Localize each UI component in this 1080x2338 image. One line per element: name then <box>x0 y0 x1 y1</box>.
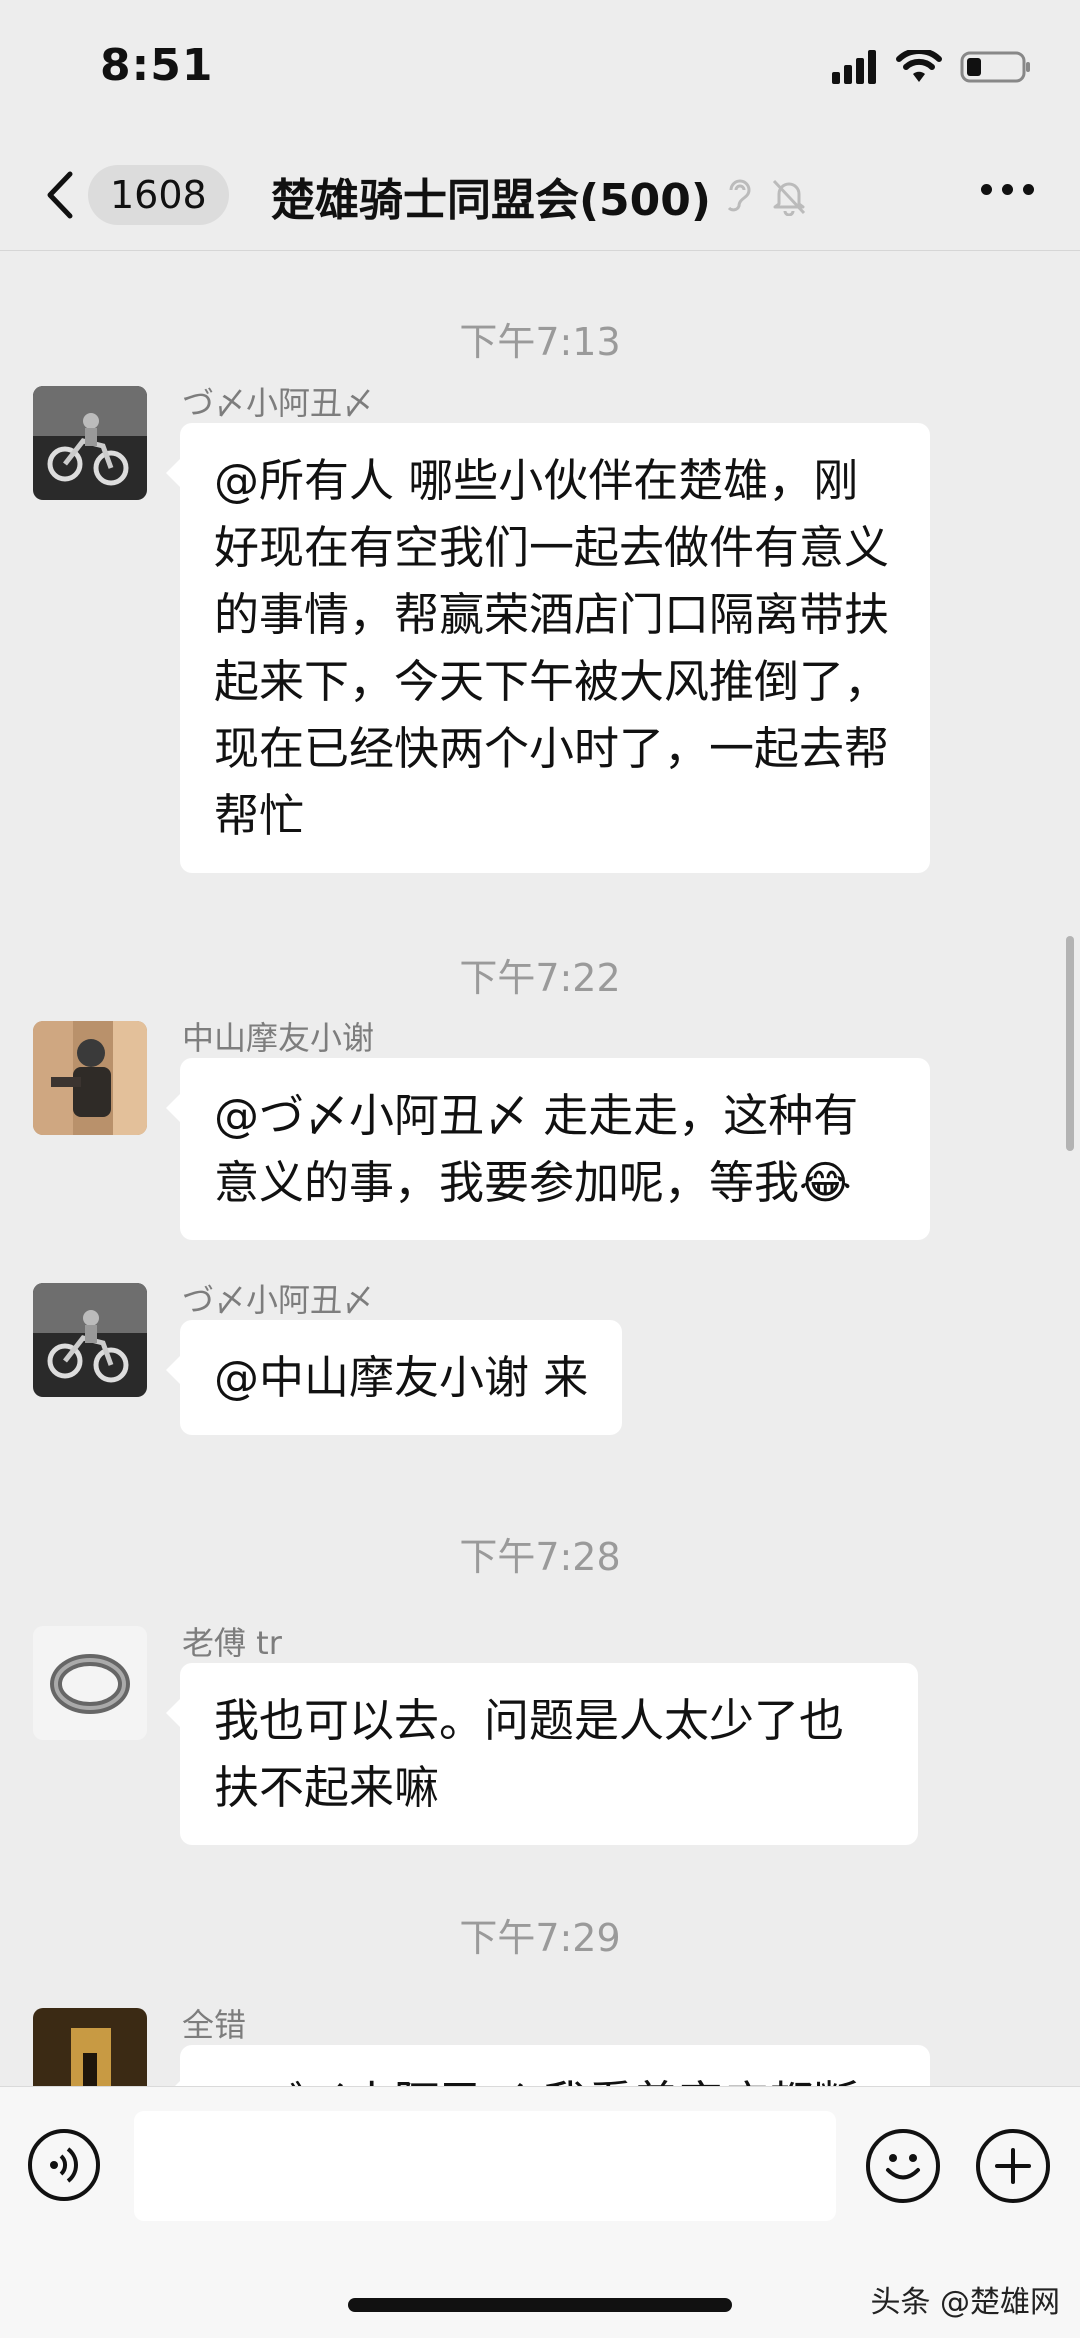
message-bubble[interactable]: @中山摩友小谢 来 <box>165 1320 623 1435</box>
chat-title[interactable]: 楚雄骑士同盟会(500) <box>271 164 711 228</box>
avatar[interactable] <box>33 386 147 500</box>
status-time: 8:51 <box>100 40 214 91</box>
muted-bell-icon <box>772 179 806 216</box>
message-text: @づ〆小阿丑〆 走走走，这种有意义的事，我要参加呢，等我 <box>214 1089 859 1209</box>
home-indicator[interactable] <box>348 2298 732 2312</box>
wifi-icon <box>896 50 942 82</box>
watermark: 头条 @楚雄网 <box>870 2285 1060 2320</box>
message-timestamp: 下午7:22 <box>459 956 621 1000</box>
ear-icon <box>727 179 751 212</box>
signal-icon <box>832 50 876 84</box>
sender-name: づ〆小阿丑〆 <box>182 384 375 422</box>
voice-icon <box>50 2147 78 2183</box>
message-list[interactable]: 下午7:13 づ〆小阿丑〆 @所有人 哪些小伙伴在楚雄，刚好现在有空我们一起去做… <box>0 251 1080 2086</box>
emoji-button[interactable] <box>866 2129 940 2203</box>
message-timestamp: 下午7:28 <box>459 1535 621 1579</box>
more-functions-button[interactable] <box>976 2129 1050 2203</box>
voice-input-button[interactable] <box>28 2129 100 2201</box>
sender-name: づ〆小阿丑〆 <box>182 1281 375 1319</box>
plus-icon <box>995 2148 1031 2184</box>
avatar[interactable] <box>33 1626 147 1740</box>
message-bubble[interactable]: @づ〆小阿丑〆 走走走，这种有意义的事，我要参加呢，等我😂 <box>166 1058 930 1240</box>
status-bar: 8:51 <box>0 0 1080 140</box>
status-icons <box>832 50 1032 84</box>
message-bubble[interactable]: @所有人 哪些小伙伴在楚雄，刚好现在有空我们一起去做件有意义的事情，帮赢荣酒店门… <box>166 423 930 873</box>
message-bubble[interactable]: @づ〆小阿丑〆 我看着宾店都断 <box>166 2045 930 2086</box>
message-input[interactable] <box>134 2111 836 2221</box>
message-timestamp: 下午7:13 <box>459 320 621 364</box>
sender-name: 中山摩友小谢 <box>182 1019 375 1057</box>
avatar[interactable] <box>33 1283 147 1397</box>
sender-name: 老傅 tr <box>182 1624 282 1662</box>
message-bubble[interactable]: 我也可以去。问题是人太少了也扶不起来嘛 <box>166 1663 918 1845</box>
message-timestamp: 下午7:29 <box>459 1916 621 1960</box>
avatar[interactable] <box>33 2008 147 2086</box>
sender-name: 全错 <box>182 2006 247 2044</box>
scrollbar[interactable] <box>1066 936 1074 1151</box>
more-options-icon[interactable] <box>981 184 1034 195</box>
smiley-icon <box>886 2154 920 2180</box>
avatar[interactable] <box>33 1021 147 1135</box>
chat-header: 1608 楚雄骑士同盟会(500) <box>0 140 1080 251</box>
laughing-crying-emoji: 😂 <box>799 1156 852 1209</box>
chat-title-wrapper: 楚雄骑士同盟会(500) <box>0 164 1080 228</box>
battery-icon <box>960 51 1030 83</box>
